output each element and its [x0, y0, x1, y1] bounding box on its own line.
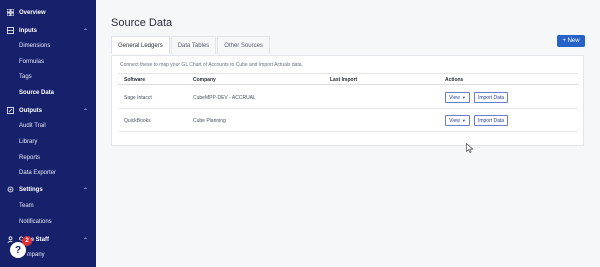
tab-bar: General Ledgers Data Tables Other Source…	[111, 36, 271, 54]
ledgers-card: Connect these to map your GL Chart of Ac…	[111, 55, 584, 146]
sidebar-item-reports[interactable]: Reports	[19, 153, 40, 163]
chevron-up-icon[interactable]: ⌃	[83, 187, 88, 194]
inputs-icon	[7, 27, 14, 35]
sidebar-section-outputs[interactable]: Outputs ⌃	[0, 104, 96, 118]
sidebar-item-tags[interactable]: Tags	[19, 72, 32, 82]
chevron-down-icon: ▼	[461, 118, 466, 123]
sidebar-label-outputs: Outputs	[19, 108, 42, 114]
table-header: Software Company Last Import Actions	[118, 73, 578, 85]
cell-company: Cube Planning	[193, 118, 226, 124]
sidebar-item-audit-trail[interactable]: Audit Trail	[19, 121, 46, 131]
sidebar-section-settings[interactable]: Settings ⌃	[0, 183, 96, 197]
chevron-down-icon: ▼	[461, 95, 466, 100]
sidebar: Overview Inputs ⌃ Dimensions Formulas Ta…	[0, 0, 96, 267]
sidebar-label-overview: Overview	[19, 10, 46, 16]
tab-general-ledgers[interactable]: General Ledgers	[111, 36, 170, 54]
cell-software: QuickBooks	[124, 118, 151, 124]
sidebar-item-library[interactable]: Library	[19, 137, 37, 147]
sidebar-item-team[interactable]: Team	[19, 201, 34, 211]
chevron-up-icon[interactable]: ⌃	[83, 28, 88, 35]
import-data-button[interactable]: Import Data	[474, 92, 508, 103]
sidebar-section-inputs[interactable]: Inputs ⌃	[0, 24, 96, 38]
chevron-up-icon[interactable]: ⌃	[83, 108, 88, 115]
sidebar-item-data-exporter[interactable]: Data Exporter	[19, 168, 56, 178]
mouse-cursor-icon	[466, 143, 474, 153]
grid-icon	[6, 8, 15, 17]
column-header-software: Software	[124, 77, 146, 83]
column-header-actions: Actions	[445, 77, 464, 83]
new-button[interactable]: + New	[557, 35, 585, 47]
cell-company: CubeMPP-DEV - ACCRUAL	[193, 95, 256, 101]
sidebar-label-inputs: Inputs	[19, 28, 37, 34]
view-button[interactable]: View ▼	[445, 92, 470, 103]
notification-count-badge: 2	[22, 236, 32, 246]
tab-data-tables[interactable]: Data Tables	[170, 36, 217, 54]
view-button[interactable]: View ▼	[445, 115, 470, 126]
table-row: QuickBooks Cube Planning View ▼ Import D…	[118, 110, 578, 132]
card-description: Connect these to map your GL Chart of Ac…	[120, 62, 303, 68]
outputs-icon	[7, 107, 14, 115]
tab-other-sources[interactable]: Other Sources	[217, 36, 270, 54]
cell-software: Sage Intacct	[124, 95, 152, 101]
page-title: Source Data	[111, 17, 173, 29]
sidebar-item-dimensions[interactable]: Dimensions	[19, 41, 50, 51]
view-button-label: View	[449, 94, 460, 101]
sidebar-item-formulas[interactable]: Formulas	[19, 57, 44, 67]
gear-icon	[7, 186, 14, 194]
column-header-company: Company	[193, 77, 216, 83]
table-row: Sage Intacct CubeMPP-DEV - ACCRUAL View …	[118, 87, 578, 109]
import-data-button[interactable]: Import Data	[474, 115, 508, 126]
chevron-up-icon[interactable]: ⌃	[83, 237, 88, 244]
view-button-label: View	[449, 117, 460, 124]
sidebar-item-notifications[interactable]: Notifications	[19, 217, 52, 227]
sidebar-label-settings: Settings	[19, 187, 43, 193]
sidebar-item-overview[interactable]: Overview	[0, 6, 96, 20]
column-header-last-import: Last Import	[330, 77, 358, 83]
sidebar-item-source-data[interactable]: Source Data	[19, 88, 54, 98]
